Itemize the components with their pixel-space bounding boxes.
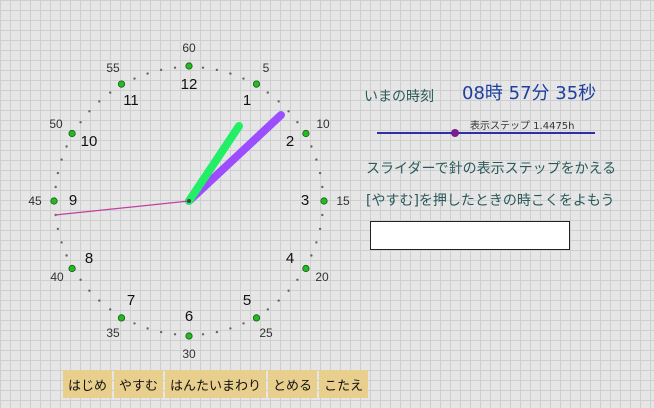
hour-number-2: 2 [286,133,294,150]
minute-tick [321,185,324,189]
minute-number-25: 25 [259,326,273,340]
minute-tick [133,322,136,325]
hour-number-1: 1 [243,92,251,109]
minute-tick [173,66,177,69]
pause-button[interactable]: やすむ [114,370,164,398]
minute-number-15: 15 [336,194,350,208]
minute-tick [65,254,68,257]
minute-tick [133,77,136,80]
hour-marker [68,264,76,273]
analog-clock: 12 1 2 3 4 5 6 7 8 9 10 11 60 5 10 15 20… [28,41,350,361]
minute-tick [65,145,68,148]
minute-tick [318,171,322,175]
minute-tick [315,158,318,161]
clock-center [187,199,191,203]
instruction-read-time: [やすむ]を押したときの時こくをよもう [366,193,615,209]
hour-number-9: 9 [69,192,77,209]
minute-tick [277,100,280,103]
minute-tick [321,213,324,217]
hour-marker [252,314,261,322]
minute-tick [229,72,232,75]
minute-number-5: 5 [263,61,270,75]
instruction-slider: スライダーで針の表示ステップをかえる [366,161,617,177]
minute-tick [60,241,63,244]
hour-marker [252,80,261,88]
hour-marker [185,332,193,340]
minute-number-20: 20 [315,270,329,284]
hour-number-4: 4 [286,250,294,267]
hour-marker [302,264,310,273]
minute-tick [98,299,101,302]
hour-marker [68,129,76,138]
hour-marker [117,80,126,88]
minute-number-35: 35 [106,326,120,340]
minute-tick [287,110,290,113]
minute-number-10: 10 [316,117,330,131]
minute-tick [242,322,245,325]
stop-button[interactable]: とめる [268,370,318,398]
hour-marker [320,197,328,205]
answer-input[interactable] [370,221,570,250]
minute-number-60: 60 [182,41,196,55]
current-time-label: いまの時刻 [364,89,434,105]
minute-tick [315,241,318,244]
hour-number-7: 7 [127,292,135,309]
hour-number-3: 3 [301,192,309,209]
minute-number-45: 45 [28,194,42,208]
minute-tick [79,278,82,281]
minute-tick [310,145,313,148]
minute-number-40: 40 [50,270,64,284]
minute-tick [296,278,299,281]
minute-tick [266,91,269,94]
step-slider-knob[interactable] [451,129,460,137]
hour-number-11: 11 [123,92,139,109]
answer-button[interactable]: こたえ [319,370,369,398]
minute-tick [229,327,232,330]
minute-tick [98,100,101,103]
minute-tick [287,289,290,292]
minute-tick [54,185,57,189]
minute-tick [215,330,219,334]
minute-tick [56,227,60,231]
minute-tick [88,110,91,113]
minute-tick [296,121,299,124]
hour-number-6: 6 [185,308,193,325]
minute-number-30: 30 [182,347,196,361]
minute-number-50: 50 [49,117,63,131]
control-button-bar: はじめ やすむ はんたいまわり とめる こたえ [63,370,370,398]
minute-tick [310,254,313,257]
minute-tick [201,333,205,336]
minute-tick [201,66,205,69]
minute-tick [79,121,82,124]
minute-tick [266,308,269,311]
minute-tick [159,330,163,334]
reverse-button[interactable]: はんたいまわり [165,370,267,398]
minute-tick [60,158,63,161]
minute-tick [173,333,177,336]
minute-tick [146,72,149,75]
step-slider-track [377,132,595,134]
step-slider[interactable] [377,128,595,138]
hour-marker [117,314,126,322]
hour-marker [302,129,310,138]
minute-tick [318,227,322,231]
minute-tick [56,171,60,175]
minute-tick [109,91,112,94]
hour-number-10: 10 [81,133,98,150]
hour-number-8: 8 [85,250,93,267]
hour-number-12: 12 [181,76,198,93]
minute-tick [159,68,163,72]
hour-marker [50,197,58,205]
minute-number-55: 55 [106,61,120,75]
current-time-value: 08時 57分 35秒 [462,83,597,104]
hour-number-5: 5 [243,292,251,309]
minute-tick [277,299,280,302]
start-button[interactable]: はじめ [63,370,113,398]
minute-tick [109,308,112,311]
minute-tick [242,77,245,80]
minute-tick [146,327,149,330]
minute-tick [88,289,91,292]
hour-marker [185,62,193,70]
minute-tick [215,68,219,72]
